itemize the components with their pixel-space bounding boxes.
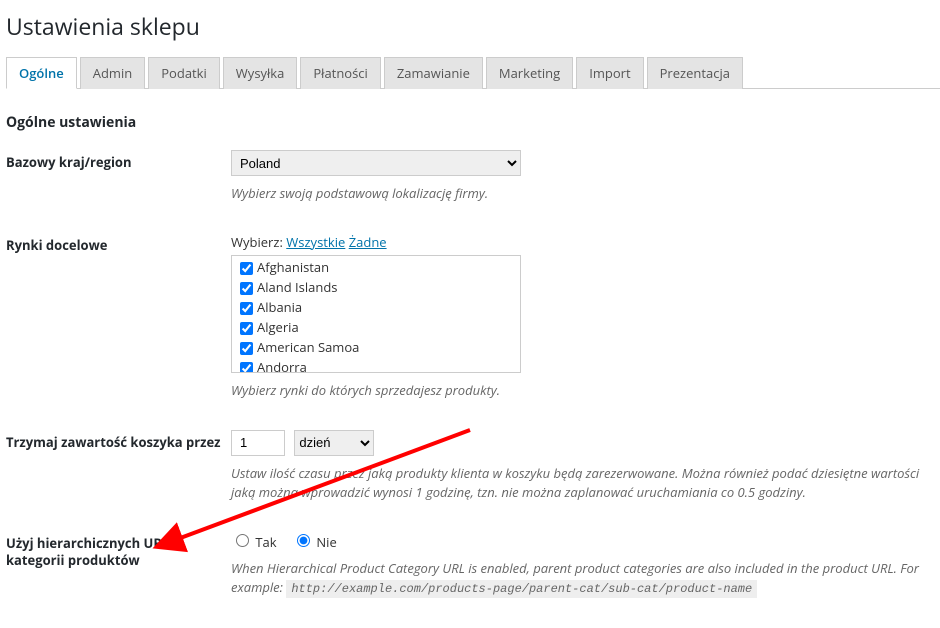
row-hierarchical-url: Użyj hierarchicznych URLi kategorii prod… [6,531,940,598]
cart-retention-unit[interactable]: dzień [294,430,374,456]
hierarchical-yes-text: Tak [255,533,276,551]
tab-ordering[interactable]: Zamawianie [384,57,483,89]
markets-item-label: Afghanistan [257,258,329,276]
label-hierarchical-url: Użyj hierarchicznych URLi kategorii prod… [6,531,231,598]
markets-list[interactable]: Afghanistan Aland Islands Albania Algeri… [231,255,521,373]
tab-taxes[interactable]: Podatki [148,57,220,89]
markets-checkbox[interactable] [240,282,253,295]
markets-item-label: Albania [257,298,302,316]
row-target-markets: Rynki docelowe Wybierz: Wszystkie Żadne … [6,233,940,400]
markets-item-label: American Samoa [257,338,359,356]
label-target-markets: Rynki docelowe [6,233,231,400]
hierarchical-no-label[interactable]: Nie [292,533,337,551]
tab-marketing[interactable]: Marketing [486,57,573,89]
markets-item-label: Andorra [257,358,307,373]
desc-base-location: Wybierz swoją podstawową lokalizację fir… [231,184,940,203]
label-cart-retention: Trzymaj zawartość koszyka przez [6,430,231,502]
markets-checkbox[interactable] [240,342,253,355]
markets-select-links: Wybierz: Wszystkie Żadne [231,233,940,251]
markets-item[interactable]: Aland Islands [236,278,516,298]
settings-tabs: Ogólne Admin Podatki Wysyłka Płatności Z… [6,56,940,89]
hierarchical-yes-radio[interactable] [236,534,249,547]
tab-payments[interactable]: Płatności [300,57,380,89]
markets-checkbox[interactable] [240,262,253,275]
base-location-select[interactable]: Poland [231,150,521,176]
tab-presentation[interactable]: Prezentacja [647,57,743,89]
markets-item-label: Aland Islands [257,278,337,296]
markets-item[interactable]: Afghanistan [236,258,516,278]
markets-checkbox[interactable] [240,302,253,315]
desc-cart-retention: Ustaw ilość czasu przez jaką produkty kl… [231,464,940,502]
row-base-location: Bazowy kraj/region Poland Wybierz swoją … [6,150,940,203]
row-cart-retention: Trzymaj zawartość koszyka przez dzień Us… [6,430,940,502]
cart-retention-value[interactable] [231,430,285,456]
hierarchical-yes-label[interactable]: Tak [231,533,280,551]
markets-item[interactable]: Andorra [236,358,516,373]
markets-item[interactable]: Algeria [236,318,516,338]
tab-shipping[interactable]: Wysyłka [223,57,298,89]
markets-checkbox[interactable] [240,362,253,373]
page-title: Ustawienia sklepu [6,10,940,42]
markets-item[interactable]: American Samoa [236,338,516,358]
hierarchical-no-radio[interactable] [297,534,310,547]
markets-select-none-link[interactable]: Żadne [349,233,387,251]
hierarchical-url-example: http://example.com/products-page/parent-… [286,580,757,598]
markets-select-prefix: Wybierz: [231,233,283,251]
markets-checkbox[interactable] [240,322,253,335]
tab-import[interactable]: Import [576,57,643,89]
markets-item-label: Algeria [257,318,299,336]
desc-hierarchical-url: When Hierarchical Product Category URL i… [231,559,940,598]
markets-item[interactable]: Albania [236,298,516,318]
tab-admin[interactable]: Admin [80,57,145,89]
desc-target-markets: Wybierz rynki do których sprzedajesz pro… [231,381,940,400]
hierarchical-no-text: Nie [316,533,336,551]
label-base-location: Bazowy kraj/region [6,150,231,203]
markets-select-all-link[interactable]: Wszystkie [286,233,345,251]
tab-general[interactable]: Ogólne [6,57,77,89]
section-heading: Ogólne ustawienia [6,113,940,132]
